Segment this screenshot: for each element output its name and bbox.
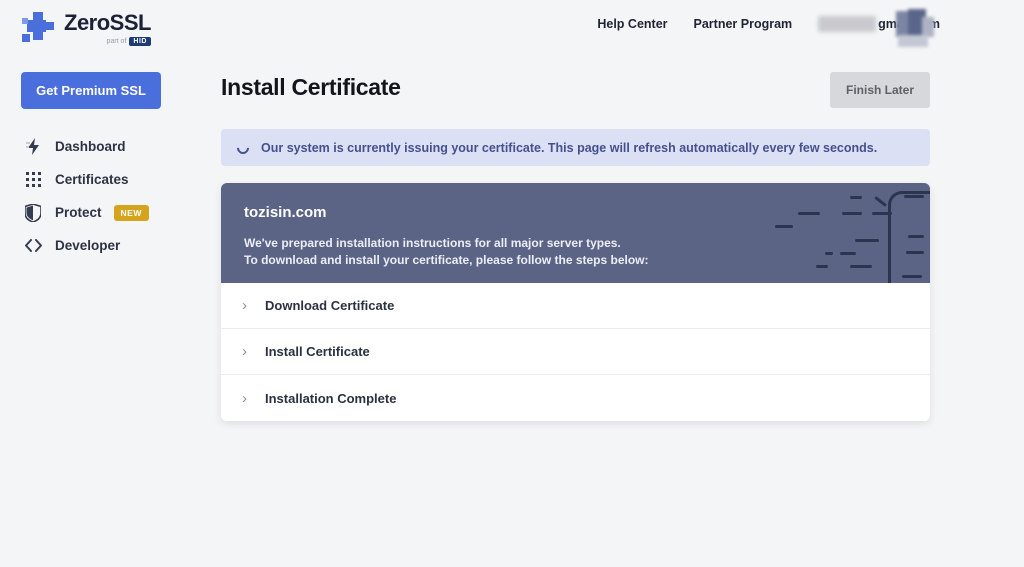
sidebar-item-protect[interactable]: Protect NEW (24, 196, 194, 229)
brand-parent-badge: HID (129, 37, 151, 46)
chevron-right-icon: › (242, 297, 247, 314)
header-nav: Help Center Partner Program gmail.com (597, 0, 940, 48)
sidebar-nav: Dashboard Certificates Protect NEW Devel… (24, 130, 194, 262)
spinner-icon (234, 139, 252, 156)
issuing-banner: Our system is currently issuing your cer… (221, 129, 930, 166)
certificate-card: tozisin.com We've prepared installation … (221, 183, 930, 421)
installation-steps: › Download Certificate › Install Certifi… (221, 283, 930, 421)
step-installation-complete[interactable]: › Installation Complete (221, 375, 930, 421)
chevron-right-icon: › (242, 389, 247, 407)
step-label: Download Certificate (265, 298, 395, 313)
step-download-certificate[interactable]: › Download Certificate (221, 283, 930, 329)
header: ZeroSSL part of HID Help Center Partner … (0, 0, 1024, 60)
code-icon (24, 237, 42, 255)
finish-later-button[interactable]: Finish Later (830, 72, 930, 108)
sidebar-item-dashboard[interactable]: Dashboard (24, 130, 194, 163)
sidebar-item-label: Protect (55, 205, 102, 220)
issuing-banner-text: Our system is currently issuing your cer… (261, 140, 878, 155)
avatar[interactable] (896, 9, 934, 47)
sidebar-item-label: Certificates (55, 172, 129, 187)
certificate-card-header: tozisin.com We've prepared installation … (221, 183, 930, 283)
new-badge: NEW (113, 204, 149, 221)
chevron-right-icon: › (242, 343, 247, 360)
step-label: Installation Complete (265, 390, 397, 406)
shield-icon (24, 203, 42, 222)
zerossl-logo[interactable]: ZeroSSL part of HID (20, 10, 151, 46)
certificate-description-line2: To download and install your certificate… (244, 253, 649, 267)
lightning-icon (24, 138, 42, 156)
certificate-domain: tozisin.com (244, 204, 327, 221)
sidebar-item-label: Dashboard (55, 139, 126, 154)
page-title: Install Certificate (221, 74, 401, 100)
grid-icon (24, 171, 42, 189)
brand-name: ZeroSSL (64, 10, 151, 35)
get-premium-ssl-button[interactable]: Get Premium SSL (21, 72, 161, 109)
zerossl-logo-icon (22, 12, 54, 42)
step-install-certificate[interactable]: › Install Certificate (221, 329, 930, 375)
sidebar-item-certificates[interactable]: Certificates (24, 163, 194, 196)
help-center-link[interactable]: Help Center (597, 17, 667, 31)
brand-part-of: part of (106, 38, 127, 45)
partner-program-link[interactable]: Partner Program (694, 17, 793, 31)
certificate-description-line1: We've prepared installation instructions… (244, 236, 621, 250)
sidebar-item-label: Developer (55, 238, 121, 253)
email-redacted-block (818, 16, 877, 32)
sidebar-item-developer[interactable]: Developer (24, 229, 194, 262)
step-label: Install Certificate (265, 344, 370, 359)
